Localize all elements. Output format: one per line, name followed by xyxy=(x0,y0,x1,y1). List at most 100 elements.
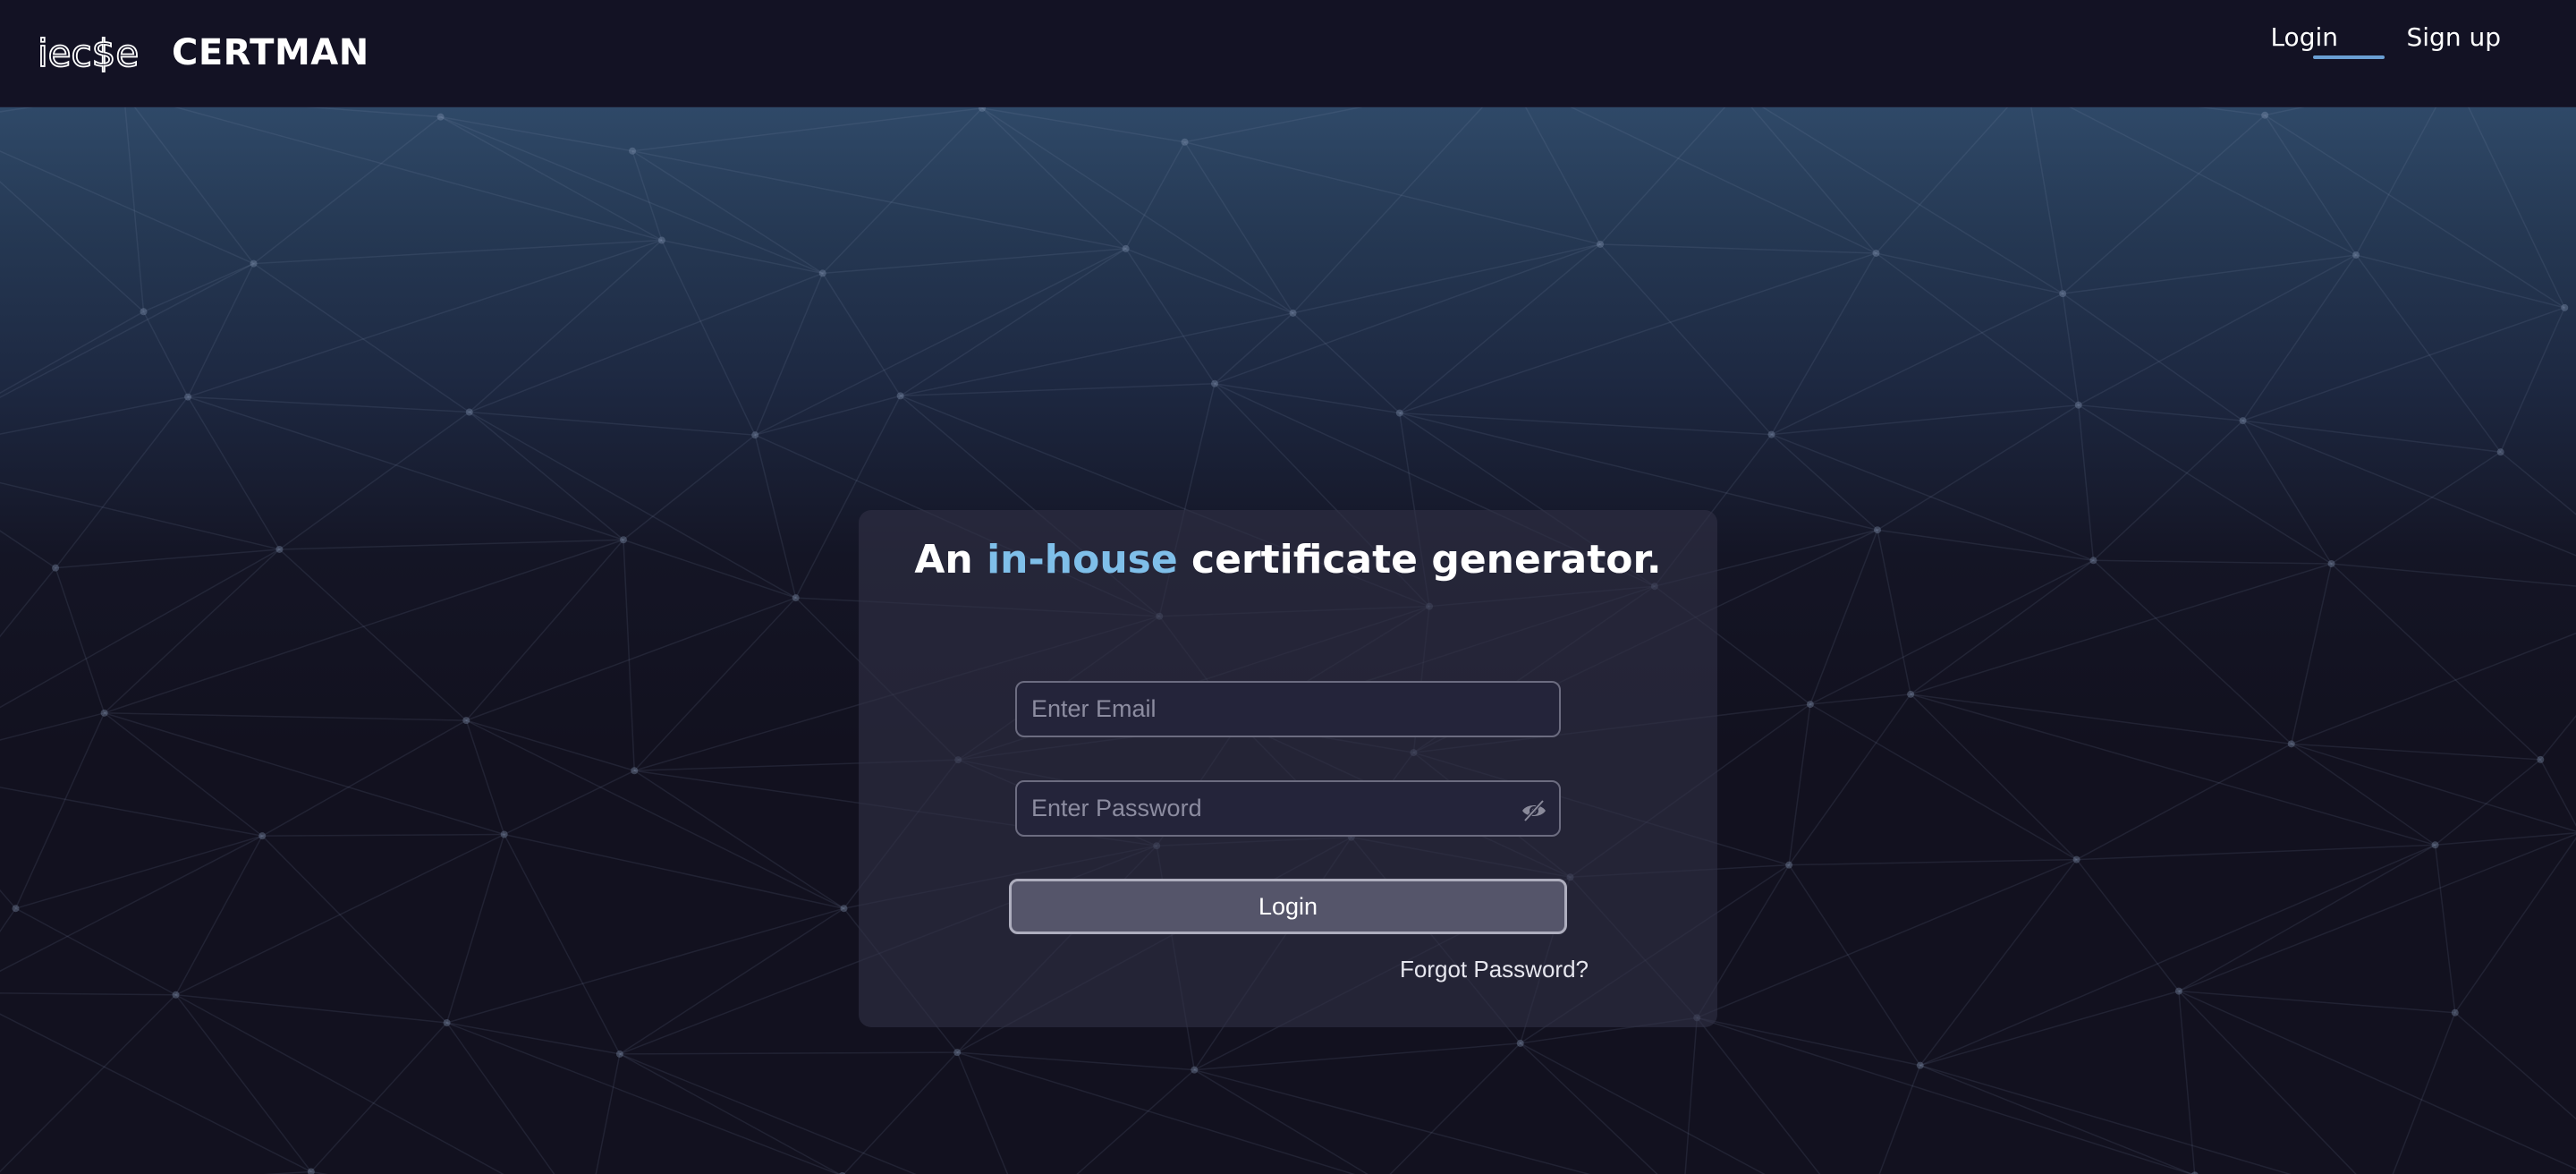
mesh-line xyxy=(2291,632,2576,745)
mesh-node xyxy=(2451,1008,2459,1017)
mesh-line xyxy=(661,240,756,436)
mesh-node xyxy=(629,147,637,155)
top-navbar: iec$e CERTMAN Login Sign up xyxy=(0,0,2576,107)
mesh-line xyxy=(2062,294,2080,405)
mesh-line xyxy=(0,150,254,265)
mesh-node xyxy=(250,259,258,268)
mesh-line xyxy=(2069,107,2357,256)
mesh-line xyxy=(1292,243,1601,314)
mesh-node xyxy=(751,431,759,439)
mesh-line xyxy=(2539,714,2576,761)
mesh-node xyxy=(1907,690,1915,698)
mesh-line xyxy=(2178,844,2436,992)
mesh-node xyxy=(1785,861,1793,869)
mesh-node xyxy=(2431,841,2439,849)
mesh-line xyxy=(843,1051,958,1174)
mesh-node xyxy=(2072,855,2080,863)
mesh-line xyxy=(2291,743,2541,761)
mesh-line xyxy=(956,1051,1356,1174)
mesh-line xyxy=(133,107,255,265)
mesh-node xyxy=(1872,249,1880,257)
mesh-line xyxy=(754,248,1126,436)
mesh-line xyxy=(2291,563,2333,744)
mesh-line xyxy=(1399,252,1877,414)
mesh-line xyxy=(623,540,635,771)
password-field[interactable] xyxy=(1017,782,1559,835)
nav-signup-link[interactable]: Sign up xyxy=(2407,21,2502,54)
mesh-line xyxy=(446,907,844,1024)
mesh-line xyxy=(104,539,624,714)
mesh-line xyxy=(466,719,635,771)
mesh-line xyxy=(55,396,189,569)
mesh-line xyxy=(1919,1064,2194,1174)
mesh-line xyxy=(2500,451,2576,515)
mesh-line xyxy=(2178,833,2576,992)
page-title: An in-house certificate generator. xyxy=(859,537,1717,583)
mesh-node xyxy=(2327,559,2335,567)
login-button[interactable]: Login xyxy=(1009,879,1567,934)
mesh-line xyxy=(1770,252,1877,435)
mesh-line xyxy=(1809,693,1911,705)
mesh-line xyxy=(188,396,470,413)
mesh-line xyxy=(2076,743,2292,861)
mesh-node xyxy=(436,113,445,121)
mesh-line xyxy=(2178,991,2196,1174)
mesh-node xyxy=(619,536,627,544)
mesh-line xyxy=(445,1022,555,1174)
mesh-line xyxy=(1696,858,2077,1019)
mesh-line xyxy=(253,116,442,265)
mesh-line xyxy=(2291,743,2576,832)
mesh-line xyxy=(2241,420,2333,565)
mesh-line xyxy=(104,549,280,714)
iecse-logo[interactable]: iec$e xyxy=(38,27,147,81)
eye-off-icon[interactable] xyxy=(1520,796,1548,825)
mesh-line xyxy=(1771,293,2063,436)
mesh-node xyxy=(615,1050,623,1058)
mesh-node xyxy=(2074,401,2082,409)
mesh-line xyxy=(2076,859,2180,992)
mesh-line xyxy=(14,712,106,909)
mesh-node xyxy=(792,594,800,602)
mesh-node xyxy=(2287,740,2295,748)
password-field-container xyxy=(1015,780,1561,837)
mesh-node xyxy=(1122,244,1130,252)
mesh-line xyxy=(469,239,663,413)
forgot-password-link[interactable]: Forgot Password? xyxy=(1400,956,1589,983)
title-suffix: certificate generator. xyxy=(1191,537,1662,583)
mesh-node xyxy=(1181,138,1189,146)
mesh-node xyxy=(184,393,192,401)
mesh-line xyxy=(619,1051,958,1055)
mesh-line xyxy=(55,567,106,714)
mesh-line xyxy=(2078,404,2332,565)
mesh-line xyxy=(0,712,105,741)
email-field[interactable] xyxy=(1017,683,1559,736)
mesh-line xyxy=(2078,404,2243,421)
mesh-line xyxy=(1789,858,2077,866)
mesh-line xyxy=(2331,563,2576,587)
mesh-line xyxy=(1910,559,2094,695)
app-name: CERTMAN xyxy=(172,32,369,73)
login-card: An in-house certificate generator. Login… xyxy=(859,510,1717,1027)
mesh-line xyxy=(1184,141,1601,245)
mesh-line xyxy=(754,273,824,436)
mesh-line xyxy=(0,181,145,312)
hero-background: An in-house certificate generator. Login… xyxy=(0,107,2576,1174)
mesh-line xyxy=(619,1053,841,1174)
mesh-line xyxy=(0,1013,312,1173)
mesh-line xyxy=(754,435,797,599)
mesh-line xyxy=(2355,254,2565,309)
mesh-line xyxy=(0,107,34,113)
mesh-line xyxy=(469,272,823,413)
nav-login-link[interactable]: Login xyxy=(2270,21,2338,54)
mesh-line xyxy=(981,107,1293,314)
mesh-line xyxy=(0,396,189,435)
mesh-line xyxy=(1877,529,2094,562)
mesh-line xyxy=(754,395,901,436)
mesh-line xyxy=(278,549,467,721)
title-prefix: An xyxy=(914,537,973,583)
mesh-node xyxy=(443,1018,451,1026)
mesh-node xyxy=(462,717,470,725)
mesh-line xyxy=(822,248,1126,275)
mesh-line xyxy=(262,833,504,837)
mesh-line xyxy=(595,1053,621,1174)
